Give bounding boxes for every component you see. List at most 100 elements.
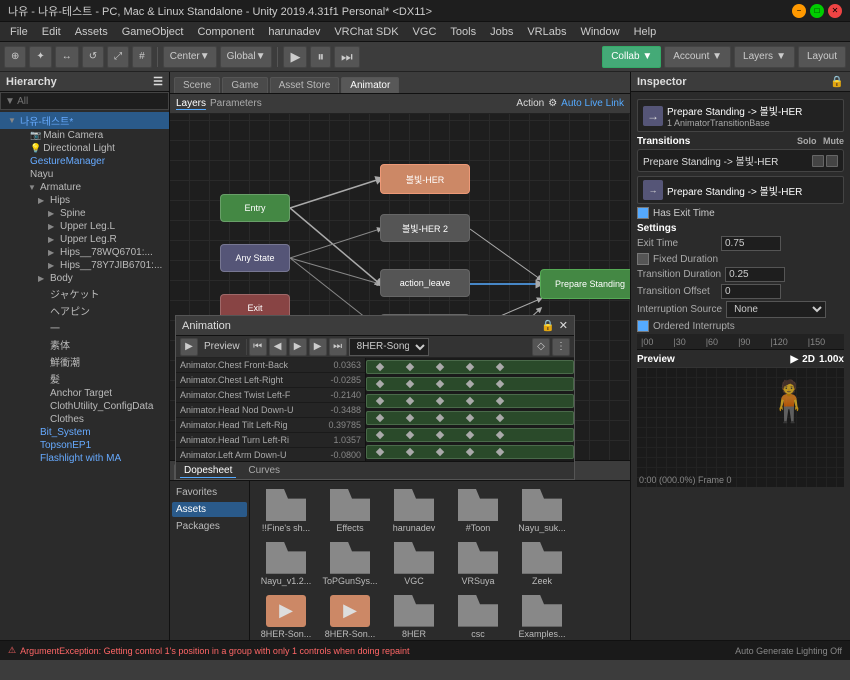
- scene-tab-animator[interactable]: Animator: [341, 77, 399, 93]
- hierarchy-menu-icon[interactable]: ☰: [153, 75, 163, 88]
- anim-node-node3[interactable]: action_leave: [380, 269, 470, 297]
- menu-item-gameobject[interactable]: GameObject: [116, 25, 190, 39]
- tool-rect[interactable]: ↺: [82, 46, 104, 68]
- close-button[interactable]: ✕: [828, 4, 842, 18]
- asset-item-11[interactable]: ▶ 8HER-Son...: [320, 593, 380, 640]
- menu-item-assets[interactable]: Assets: [69, 25, 114, 39]
- hierarchy-item-12[interactable]: ▶Body: [0, 272, 169, 285]
- hierarchy-item-6[interactable]: ▶Hips: [0, 194, 169, 207]
- hierarchy-item-19[interactable]: Anchor Target: [0, 387, 169, 400]
- tool-rotate[interactable]: ✦: [29, 46, 51, 68]
- minimize-button[interactable]: −: [792, 4, 806, 18]
- anim-prop-0[interactable]: Animator.Chest Front-Back0.0363: [176, 358, 365, 373]
- asset-item-9[interactable]: Zeek: [512, 540, 572, 589]
- hierarchy-item-3[interactable]: GestureManager: [0, 155, 169, 168]
- sidebar-packages[interactable]: Packages: [172, 519, 247, 534]
- hierarchy-item-13[interactable]: ジャケット: [0, 285, 169, 302]
- animator-settings-icon[interactable]: ⚙: [548, 98, 557, 109]
- anim-node-prepare[interactable]: Prepare Standing: [540, 269, 630, 299]
- pivot-button[interactable]: Center ▼: [163, 46, 217, 68]
- anim-prev-key[interactable]: ⏮: [249, 338, 267, 356]
- menu-item-vgc[interactable]: VGC: [407, 25, 443, 39]
- hierarchy-item-22[interactable]: Bit_System: [0, 426, 169, 439]
- hierarchy-item-18[interactable]: 髪: [0, 370, 169, 387]
- account-button[interactable]: Account ▼: [664, 46, 731, 68]
- has-exit-time-checkbox[interactable]: [637, 207, 649, 219]
- anim-next-frame[interactable]: ▶: [309, 338, 327, 356]
- anim-preview-btn[interactable]: ▶: [180, 338, 198, 356]
- sidebar-favorites[interactable]: Favorites: [172, 485, 247, 500]
- hierarchy-item-0[interactable]: ▼나유-테스트*: [0, 112, 169, 129]
- tool-custom[interactable]: #: [132, 46, 152, 68]
- inspector-lock-icon[interactable]: 🔒: [830, 75, 844, 88]
- anim-node-any[interactable]: Any State: [220, 244, 290, 272]
- transition-duration-input[interactable]: [725, 267, 785, 282]
- hierarchy-item-24[interactable]: Flashlight with MA: [0, 452, 169, 465]
- auto-live-link[interactable]: Auto Live Link: [561, 98, 624, 109]
- anim-prop-5[interactable]: Animator.Head Turn Left-Ri1.0357: [176, 433, 365, 448]
- asset-item-13[interactable]: csc: [448, 593, 508, 640]
- anim-play[interactable]: ▶: [289, 338, 307, 356]
- menu-item-file[interactable]: File: [4, 25, 34, 39]
- hierarchy-search[interactable]: [0, 92, 169, 110]
- maximize-button[interactable]: □: [810, 4, 824, 18]
- collab-button[interactable]: Collab ▼: [602, 46, 661, 68]
- hierarchy-search-input[interactable]: [5, 96, 164, 107]
- asset-item-14[interactable]: Examples...: [512, 593, 572, 640]
- anim-prop-6[interactable]: Animator.Left Arm Down-U-0.0800: [176, 448, 365, 461]
- sidebar-assets[interactable]: Assets: [172, 502, 247, 517]
- tool-move[interactable]: ⊕: [4, 46, 26, 68]
- asset-item-10[interactable]: ▶ 8HER-Son...: [256, 593, 316, 640]
- asset-item-2[interactable]: harunadev: [384, 487, 444, 536]
- asset-item-5[interactable]: Nayu_v1.2...: [256, 540, 316, 589]
- exit-time-input[interactable]: [721, 236, 781, 251]
- menu-item-vrchat sdk[interactable]: VRChat SDK: [328, 25, 404, 39]
- hierarchy-item-23[interactable]: TopsonEP1: [0, 439, 169, 452]
- anim-prop-1[interactable]: Animator.Chest Left-Right-0.0285: [176, 373, 365, 388]
- fixed-duration-checkbox[interactable]: [637, 253, 649, 265]
- animator-tab-layers[interactable]: Layers: [176, 98, 206, 110]
- asset-item-6[interactable]: ToPGunSys...: [320, 540, 380, 589]
- anim-settings[interactable]: ⋮: [552, 338, 570, 356]
- menu-item-harunadev[interactable]: harunadev: [262, 25, 326, 39]
- anim-node-node1[interactable]: 볼빛-HER: [380, 164, 470, 194]
- mute-checkbox[interactable]: [826, 155, 838, 167]
- anim-prev-frame[interactable]: ◀: [269, 338, 287, 356]
- anim-panel-lock[interactable]: 🔒: [541, 319, 555, 332]
- scene-tab-asset-store[interactable]: Asset Store: [270, 77, 340, 93]
- menu-item-edit[interactable]: Edit: [36, 25, 67, 39]
- asset-item-12[interactable]: 8HER: [384, 593, 444, 640]
- anim-prop-2[interactable]: Animator.Chest Twist Left-F-0.2140: [176, 388, 365, 403]
- hierarchy-item-1[interactable]: 📷Main Camera: [0, 129, 169, 142]
- scene-tab-game[interactable]: Game: [222, 77, 267, 93]
- hierarchy-item-20[interactable]: ClothUtility_ConfigData: [0, 400, 169, 413]
- ordered-interrupts-checkbox[interactable]: [637, 320, 649, 332]
- interruption-source-select[interactable]: None: [726, 301, 826, 318]
- step-button[interactable]: ⏭: [334, 46, 360, 68]
- pause-button[interactable]: ⏸: [310, 46, 331, 68]
- hierarchy-item-4[interactable]: Nayu: [0, 168, 169, 181]
- anim-prop-3[interactable]: Animator.Head Nod Down-U-0.3488: [176, 403, 365, 418]
- hierarchy-item-17[interactable]: 鮮衝潮: [0, 353, 169, 370]
- asset-item-4[interactable]: Nayu_suk...: [512, 487, 572, 536]
- hierarchy-item-2[interactable]: 💡Directional Light: [0, 142, 169, 155]
- transition-item-0[interactable]: Prepare Standing -> 볼빛-HER: [637, 149, 844, 172]
- space-button[interactable]: Global ▼: [220, 46, 273, 68]
- transition-offset-input[interactable]: [721, 284, 781, 299]
- anim-clip-selector[interactable]: 8HER-Song'_*: [349, 338, 429, 356]
- menu-item-window[interactable]: Window: [574, 25, 625, 39]
- tool-scale[interactable]: ↔: [55, 46, 79, 68]
- menu-item-help[interactable]: Help: [628, 25, 663, 39]
- hierarchy-item-5[interactable]: ▼Armature: [0, 181, 169, 194]
- hierarchy-item-8[interactable]: ▶Upper Leg.L: [0, 220, 169, 233]
- hierarchy-item-15[interactable]: 一: [0, 319, 169, 336]
- play-button[interactable]: ▶: [283, 46, 307, 68]
- anim-node-node2[interactable]: 볼빛-HER 2: [380, 214, 470, 242]
- hierarchy-item-21[interactable]: Clothes: [0, 413, 169, 426]
- preview-2d-label[interactable]: 2D: [802, 354, 815, 365]
- anim-panel-close[interactable]: ✕: [559, 319, 568, 332]
- animator-tab-parameters[interactable]: Parameters: [210, 98, 262, 109]
- asset-item-8[interactable]: VRSuya: [448, 540, 508, 589]
- layout-button[interactable]: Layout: [798, 46, 846, 68]
- preview-play-icon[interactable]: ▶: [790, 354, 798, 365]
